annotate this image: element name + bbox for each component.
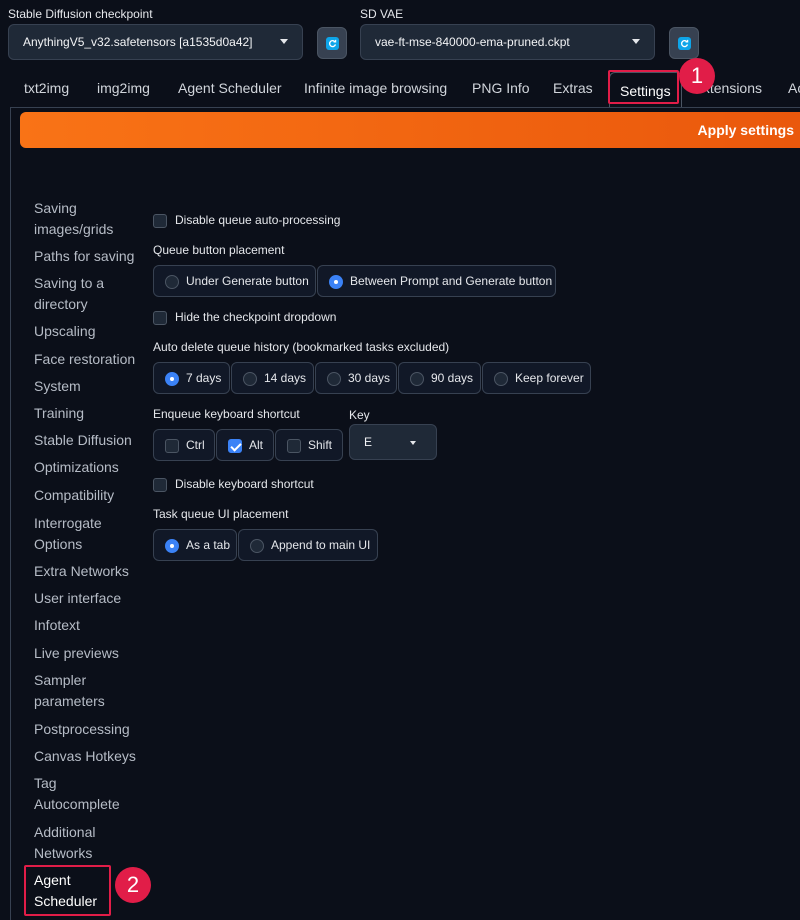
sidebar-item-face-restoration[interactable]: Face restoration	[34, 349, 135, 370]
sidebar-item-live-previews[interactable]: Live previews	[34, 643, 119, 664]
sidebar-item-sampler-parameters[interactable]: Sampler parameters	[34, 670, 114, 712]
sidebar-item-system[interactable]: System	[34, 376, 81, 397]
option-7-days[interactable]: 7 days	[153, 362, 230, 394]
key-label: Key	[349, 408, 370, 422]
checkpoint-value: AnythingV5_v32.safetensors [a1535d0a42]	[23, 35, 253, 49]
option-ctrl[interactable]: Ctrl	[153, 429, 215, 461]
radio-icon	[410, 372, 424, 386]
option-keep-forever[interactable]: Keep forever	[482, 362, 591, 394]
option-label: Under Generate button	[186, 274, 309, 288]
radio-icon	[494, 372, 508, 386]
chevron-down-icon	[410, 441, 416, 445]
settings-panel	[10, 107, 800, 920]
sidebar-item-upscaling[interactable]: Upscaling	[34, 321, 95, 342]
tab-extensions-label: Extensions	[706, 80, 762, 96]
chevron-down-icon	[632, 39, 640, 44]
disable-shortcut-label: Disable keyboard shortcut	[175, 477, 314, 491]
checkbox-icon	[165, 439, 179, 453]
top-bar: Stable Diffusion checkpoint AnythingV5_v…	[0, 0, 800, 70]
sidebar-item-infotext[interactable]: Infotext	[34, 615, 80, 636]
hide-checkpoint-checkbox[interactable]	[153, 311, 167, 325]
option-label: Append to main UI	[271, 538, 371, 552]
option-14-days[interactable]: 14 days	[231, 362, 314, 394]
sidebar-item-extra-networks[interactable]: Extra Networks	[34, 561, 129, 582]
option-as-a-tab[interactable]: As a tab	[153, 529, 237, 561]
option-label: 14 days	[264, 371, 307, 385]
enqueue-shortcut-label: Enqueue keyboard shortcut	[153, 407, 300, 421]
option-30-days[interactable]: 30 days	[315, 362, 397, 394]
vae-label: SD VAE	[360, 7, 404, 21]
agent-scheduler-highlight	[24, 865, 111, 916]
sidebar-item-saving-images[interactable]: Saving images/grids	[34, 198, 124, 240]
radio-icon	[165, 275, 179, 289]
radio-icon	[243, 372, 257, 386]
refresh-icon	[325, 36, 339, 50]
vae-refresh-button[interactable]	[669, 27, 699, 59]
option-90-days[interactable]: 90 days	[398, 362, 481, 394]
option-label: 7 days	[186, 371, 222, 385]
hide-checkpoint-label: Hide the checkpoint dropdown	[175, 310, 337, 324]
disable-queue-checkbox[interactable]	[153, 214, 167, 228]
tab-extras[interactable]: Extras	[553, 80, 593, 96]
auto-delete-label: Auto delete queue history (bookmarked ta…	[153, 340, 450, 354]
settings-tab-highlight	[608, 70, 679, 104]
sidebar-item-tag-autocomplete[interactable]: Tag Autocomplete	[34, 773, 124, 815]
tab-extensions[interactable]: Extensions	[706, 80, 762, 96]
radio-icon	[250, 539, 264, 553]
sidebar-item-saving-to-directory[interactable]: Saving to a directory	[34, 273, 114, 315]
option-label: 30 days	[348, 371, 391, 385]
checkpoint-label: Stable Diffusion checkpoint	[8, 7, 153, 21]
annotation-badge-1: 1	[679, 58, 715, 94]
disable-shortcut-checkbox[interactable]	[153, 478, 167, 492]
checkbox-icon	[287, 439, 301, 453]
checkbox-checked-icon	[228, 439, 242, 453]
tab-txt2img[interactable]: txt2img	[24, 80, 69, 96]
sidebar-item-additional-networks[interactable]: Additional Networks	[34, 822, 114, 864]
option-label: Keep forever	[515, 371, 584, 385]
option-label: Alt	[249, 438, 264, 452]
tab-img2img[interactable]: img2img	[97, 80, 150, 96]
sidebar-item-optimizations[interactable]: Optimizations	[34, 457, 119, 478]
sidebar-item-user-interface[interactable]: User interface	[34, 588, 121, 609]
option-label: Shift	[308, 438, 333, 452]
tab-overflow[interactable]: Ac	[788, 80, 800, 96]
sidebar-item-compatibility[interactable]: Compatibility	[34, 485, 114, 506]
radio-selected-icon	[165, 372, 179, 386]
queue-button-placement-label: Queue button placement	[153, 243, 285, 257]
radio-selected-icon	[165, 539, 179, 553]
sidebar-item-postprocessing[interactable]: Postprocessing	[34, 719, 130, 740]
option-append-to-main-ui[interactable]: Append to main UI	[238, 529, 378, 561]
chevron-down-icon	[280, 39, 288, 44]
checkpoint-refresh-button[interactable]	[317, 27, 347, 59]
sidebar-item-training[interactable]: Training	[34, 403, 84, 424]
key-select[interactable]: E	[349, 424, 437, 460]
annotation-badge-2: 2	[115, 867, 151, 903]
vae-value: vae-ft-mse-840000-ema-pruned.ckpt	[375, 35, 570, 49]
apply-settings-button[interactable]: Apply settings	[20, 112, 800, 148]
refresh-icon	[677, 36, 691, 50]
apply-settings-label: Apply settings	[697, 122, 794, 138]
option-label: 90 days	[431, 371, 474, 385]
option-label: Ctrl	[186, 438, 205, 452]
option-label: Between Prompt and Generate button	[350, 274, 553, 288]
sidebar-item-paths-for-saving[interactable]: Paths for saving	[34, 246, 134, 267]
tab-infinite-image-browsing[interactable]: Infinite image browsing	[304, 80, 447, 96]
radio-selected-icon	[329, 275, 343, 289]
option-under-generate[interactable]: Under Generate button	[153, 265, 316, 297]
sidebar-item-canvas-hotkeys[interactable]: Canvas Hotkeys	[34, 746, 136, 767]
vae-select[interactable]: vae-ft-mse-840000-ema-pruned.ckpt	[360, 24, 655, 60]
sidebar-item-stable-diffusion[interactable]: Stable Diffusion	[34, 430, 132, 451]
checkpoint-select[interactable]: AnythingV5_v32.safetensors [a1535d0a42]	[8, 24, 303, 60]
disable-queue-label: Disable queue auto-processing	[175, 213, 341, 227]
option-alt[interactable]: Alt	[216, 429, 274, 461]
radio-icon	[327, 372, 341, 386]
sidebar-item-interrogate-options[interactable]: Interrogate Options	[34, 513, 114, 555]
key-value: E	[364, 435, 373, 449]
task-queue-placement-label: Task queue UI placement	[153, 507, 289, 521]
option-between-prompt-generate[interactable]: Between Prompt and Generate button	[317, 265, 556, 297]
option-shift[interactable]: Shift	[275, 429, 343, 461]
tab-agent-scheduler[interactable]: Agent Scheduler	[178, 80, 282, 96]
option-label: As a tab	[186, 538, 231, 552]
tab-png-info[interactable]: PNG Info	[472, 80, 530, 96]
